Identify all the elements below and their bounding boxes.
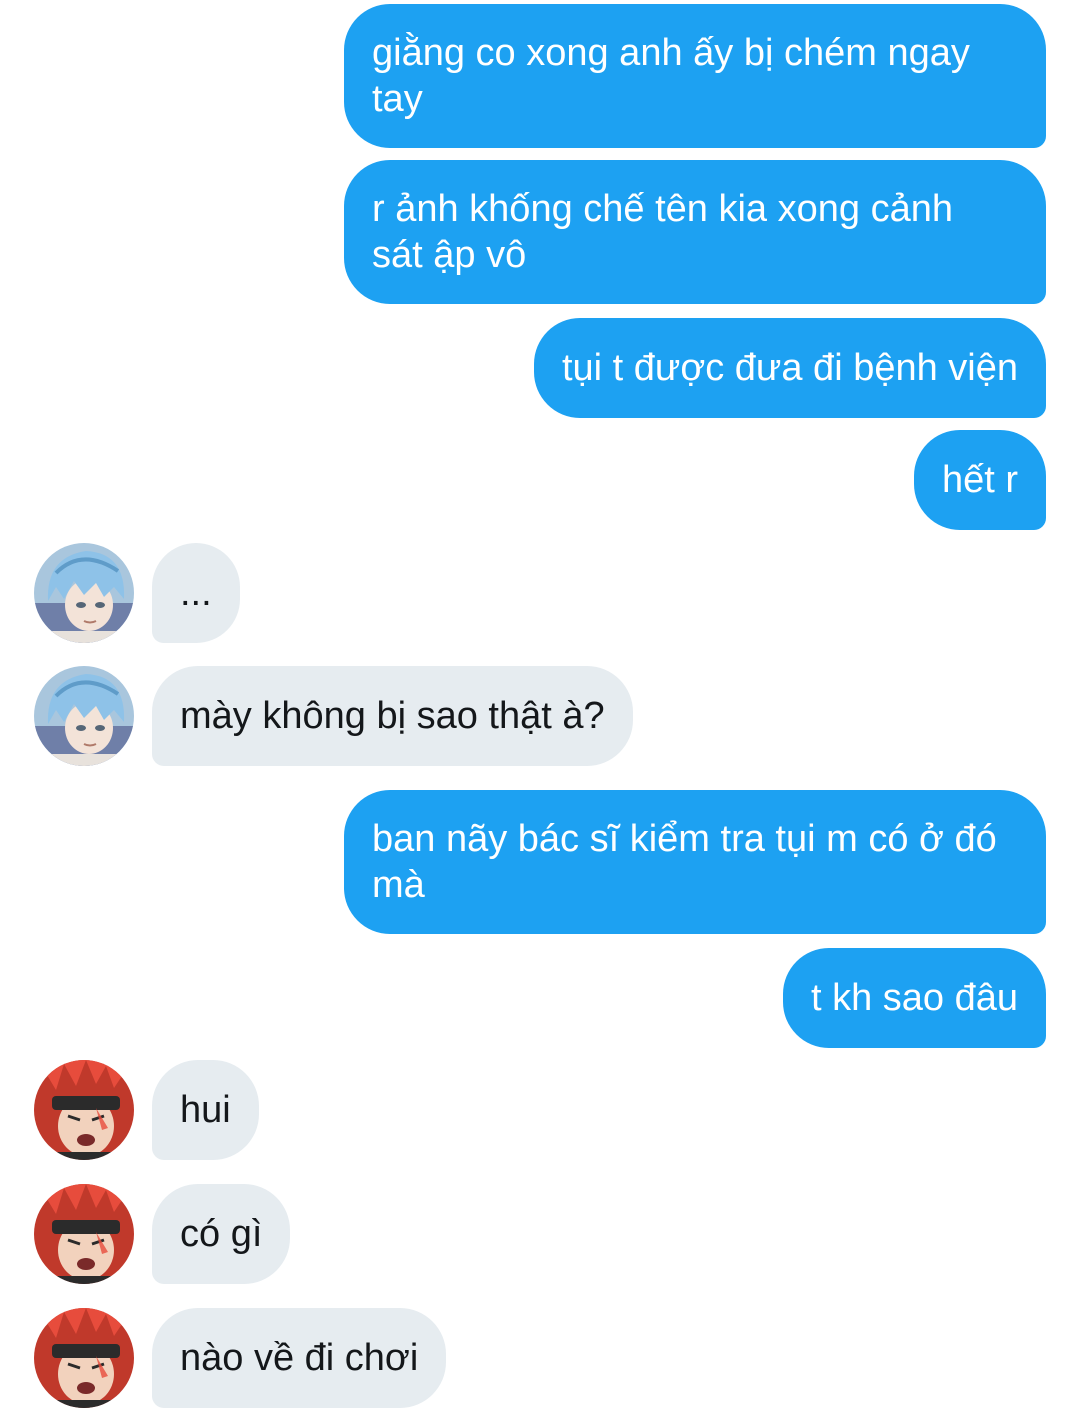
message-thread: giằng co xong anh ấy bị chém ngay tay r …: [0, 0, 1080, 1420]
incoming-bubble[interactable]: mày không bị sao thật à?: [152, 666, 633, 766]
outgoing-message: giằng co xong anh ấy bị chém ngay tay: [0, 4, 1080, 148]
outgoing-message: t kh sao đâu: [0, 948, 1080, 1048]
outgoing-bubble[interactable]: tụi t được đưa đi bệnh viện: [533, 318, 1046, 418]
outgoing-message: ban nãy bác sĩ kiểm tra tụi m có ở đó mà: [0, 790, 1080, 934]
avatar-image: [34, 1060, 134, 1160]
incoming-bubble[interactable]: hui: [152, 1060, 259, 1160]
red-haired-character-avatar[interactable]: [34, 1308, 134, 1408]
outgoing-message: hết r: [0, 430, 1080, 530]
blue-haired-character-avatar[interactable]: [34, 543, 134, 643]
outgoing-message: r ảnh khống chế tên kia xong cảnh sát ập…: [0, 160, 1080, 304]
red-haired-character-avatar[interactable]: [34, 1184, 134, 1284]
outgoing-message: tụi t được đưa đi bệnh viện: [0, 318, 1080, 418]
incoming-message: ...: [0, 543, 1080, 643]
blue-haired-character-avatar[interactable]: [34, 666, 134, 766]
avatar-image: [34, 543, 134, 643]
outgoing-bubble[interactable]: t kh sao đâu: [782, 948, 1046, 1048]
red-haired-character-avatar[interactable]: [34, 1060, 134, 1160]
incoming-bubble[interactable]: ...: [152, 543, 240, 643]
incoming-message: có gì: [0, 1184, 1080, 1284]
outgoing-bubble[interactable]: hết r: [913, 430, 1046, 530]
incoming-message: hui: [0, 1060, 1080, 1160]
outgoing-bubble[interactable]: giằng co xong anh ấy bị chém ngay tay: [344, 4, 1046, 148]
incoming-message: mày không bị sao thật à?: [0, 666, 1080, 766]
avatar-image: [34, 1308, 134, 1408]
incoming-bubble[interactable]: nào về đi chơi: [152, 1308, 447, 1408]
outgoing-bubble[interactable]: r ảnh khống chế tên kia xong cảnh sát ập…: [344, 160, 1046, 304]
incoming-message: nào về đi chơi: [0, 1308, 1080, 1408]
incoming-bubble[interactable]: có gì: [152, 1184, 291, 1284]
avatar-image: [34, 666, 134, 766]
outgoing-bubble[interactable]: ban nãy bác sĩ kiểm tra tụi m có ở đó mà: [344, 790, 1046, 934]
avatar-image: [34, 1184, 134, 1284]
